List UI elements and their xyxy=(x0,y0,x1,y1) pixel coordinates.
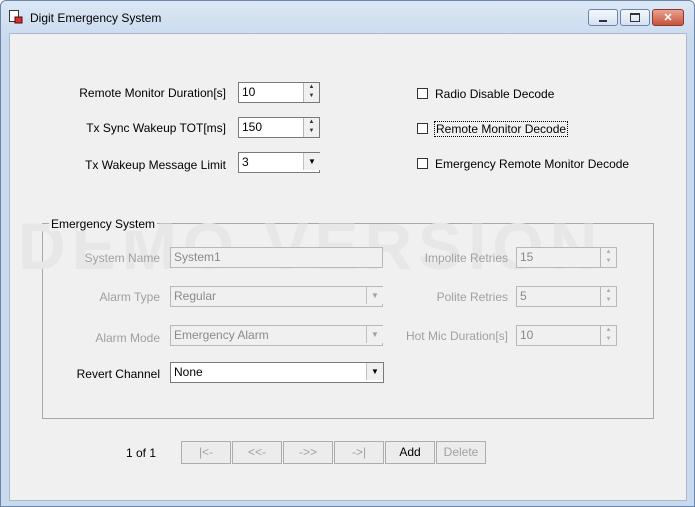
impolite-retries-label: Impolite Retries xyxy=(424,251,508,265)
next-record-button[interactable]: ->> xyxy=(283,441,333,464)
impolite-retries-spinner[interactable]: ▲ ▼ xyxy=(600,248,616,267)
remote-monitor-decode-checkbox[interactable] xyxy=(417,123,428,134)
maximize-button[interactable] xyxy=(620,9,650,26)
chevron-down-icon[interactable]: ▼ xyxy=(366,326,383,343)
title-bar[interactable]: Digit Emergency System ✕ xyxy=(0,0,695,34)
polite-retries-label: Polite Retries xyxy=(436,290,508,304)
close-button[interactable]: ✕ xyxy=(652,9,684,26)
alarm-type-label: Alarm Type xyxy=(99,290,160,304)
polite-retries-spinner[interactable]: ▲ ▼ xyxy=(600,287,616,306)
record-position: 1 of 1 xyxy=(126,446,157,460)
minimize-button[interactable] xyxy=(588,9,618,26)
alarm-mode-label: Alarm Mode xyxy=(95,331,160,345)
last-record-button[interactable]: ->| xyxy=(334,441,384,464)
chevron-down-icon[interactable]: ▼ xyxy=(366,287,383,304)
system-name-input[interactable]: System1 xyxy=(170,247,383,268)
radio-disable-decode-checkbox[interactable] xyxy=(417,88,428,99)
alarm-type-select[interactable]: Regular xyxy=(170,286,383,307)
remote-monitor-duration-label: Remote Monitor Duration[s] xyxy=(79,86,226,100)
remote-monitor-duration-spinner[interactable]: ▲ ▼ xyxy=(303,83,319,102)
close-icon: ✕ xyxy=(663,12,673,24)
maximize-icon xyxy=(630,13,640,22)
tx-sync-wakeup-tot-label: Tx Sync Wakeup TOT[ms] xyxy=(86,121,226,135)
revert-channel-label: Revert Channel xyxy=(76,367,160,381)
revert-channel-select[interactable]: None xyxy=(170,362,384,383)
app-window-icon xyxy=(9,10,23,24)
window-title: Digit Emergency System xyxy=(30,11,162,25)
add-button[interactable]: Add xyxy=(385,441,435,464)
delete-button[interactable]: Delete xyxy=(436,441,486,464)
tx-wakeup-message-limit-label: Tx Wakeup Message Limit xyxy=(85,158,226,172)
alarm-mode-select[interactable]: Emergency Alarm xyxy=(170,325,383,346)
minimize-icon xyxy=(599,19,607,22)
emergency-remote-monitor-decode-checkbox[interactable] xyxy=(417,158,428,169)
chevron-down-icon[interactable]: ▼ xyxy=(303,153,320,170)
emergency-remote-monitor-decode-label: Emergency Remote Monitor Decode xyxy=(435,157,630,171)
hot-mic-duration-spinner[interactable]: ▲ ▼ xyxy=(600,326,616,345)
radio-disable-decode-label: Radio Disable Decode xyxy=(435,87,555,101)
first-record-button[interactable]: |<- xyxy=(181,441,231,464)
hot-mic-duration-label: Hot Mic Duration[s] xyxy=(405,329,508,343)
system-name-label: System Name xyxy=(84,251,160,265)
previous-record-button[interactable]: <<- xyxy=(232,441,282,464)
tx-sync-wakeup-tot-spinner[interactable]: ▲ ▼ xyxy=(303,118,319,137)
chevron-down-icon[interactable]: ▼ xyxy=(366,363,383,380)
remote-monitor-decode-label: Remote Monitor Decode xyxy=(434,121,569,137)
emergency-system-group-title: Emergency System xyxy=(49,217,158,231)
